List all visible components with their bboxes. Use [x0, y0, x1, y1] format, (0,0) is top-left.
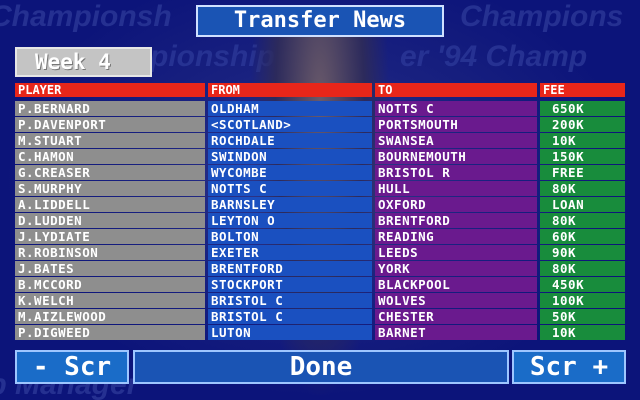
table-row: P.DAVENPORT <SCOTLAND> PORTSMOUTH 200K: [0, 117, 640, 132]
table-row: D.LUDDEN LEYTON O BRENTFORD 80K: [0, 213, 640, 228]
cell-player: S.MURPHY: [15, 181, 205, 196]
cell-to: HULL: [375, 181, 537, 196]
cell-fee: 80K: [540, 213, 625, 228]
cell-to: WOLVES: [375, 293, 537, 308]
table-row: M.STUART ROCHDALE SWANSEA 10K: [0, 133, 640, 148]
done-button[interactable]: Done: [133, 350, 509, 384]
cell-fee: 50K: [540, 309, 625, 324]
table-row: B.MCCORD STOCKPORT BLACKPOOL 450K: [0, 277, 640, 292]
cell-player: D.LUDDEN: [15, 213, 205, 228]
cell-fee: 10K: [540, 325, 625, 340]
cell-to: OXFORD: [375, 197, 537, 212]
cell-from: BRISTOL C: [208, 293, 372, 308]
cell-from: LEYTON O: [208, 213, 372, 228]
cell-player: R.ROBINSON: [15, 245, 205, 260]
cell-fee: 150K: [540, 149, 625, 164]
cell-from: OLDHAM: [208, 101, 372, 116]
cell-fee: 10K: [540, 133, 625, 148]
cell-fee: 450K: [540, 277, 625, 292]
table-row: P.DIGWEED LUTON BARNET 10K: [0, 325, 640, 340]
cell-fee: 650K: [540, 101, 625, 116]
cell-to: BLACKPOOL: [375, 277, 537, 292]
table-row: C.HAMON SWINDON BOURNEMOUTH 150K: [0, 149, 640, 164]
cell-player: G.CREASER: [15, 165, 205, 180]
cell-player: B.MCCORD: [15, 277, 205, 292]
cell-player: J.LYDIATE: [15, 229, 205, 244]
column-header-fee: FEE: [540, 83, 625, 97]
cell-to: YORK: [375, 261, 537, 276]
table-row: S.MURPHY NOTTS C HULL 80K: [0, 181, 640, 196]
cell-to: NOTTS C: [375, 101, 537, 116]
cell-player: J.BATES: [15, 261, 205, 276]
cell-from: STOCKPORT: [208, 277, 372, 292]
cell-fee: LOAN: [540, 197, 625, 212]
table-row: P.BERNARD OLDHAM NOTTS C 650K: [0, 101, 640, 116]
column-header-player: PLAYER: [15, 83, 205, 97]
table-row: A.LIDDELL BARNSLEY OXFORD LOAN: [0, 197, 640, 212]
cell-player: K.WELCH: [15, 293, 205, 308]
cell-to: BRENTFORD: [375, 213, 537, 228]
table-row: J.BATES BRENTFORD YORK 80K: [0, 261, 640, 276]
background-text-line: Champions: [460, 0, 624, 33]
cell-from: LUTON: [208, 325, 372, 340]
cell-to: BRISTOL R: [375, 165, 537, 180]
cell-from: BRISTOL C: [208, 309, 372, 324]
screen-title: Transfer News: [196, 5, 444, 37]
cell-fee: FREE: [540, 165, 625, 180]
cell-to: BOURNEMOUTH: [375, 149, 537, 164]
cell-from: WYCOMBE: [208, 165, 372, 180]
cell-from: BRENTFORD: [208, 261, 372, 276]
column-header-from: FROM: [208, 83, 372, 97]
cell-player: M.STUART: [15, 133, 205, 148]
cell-from: NOTTS C: [208, 181, 372, 196]
cell-to: READING: [375, 229, 537, 244]
cell-from: EXETER: [208, 245, 372, 260]
table-row: J.LYDIATE BOLTON READING 60K: [0, 229, 640, 244]
cell-from: SWINDON: [208, 149, 372, 164]
cell-player: C.HAMON: [15, 149, 205, 164]
cell-to: BARNET: [375, 325, 537, 340]
cell-to: PORTSMOUTH: [375, 117, 537, 132]
cell-player: P.BERNARD: [15, 101, 205, 116]
column-header-to: TO: [375, 83, 537, 97]
cell-from: BOLTON: [208, 229, 372, 244]
cell-fee: 60K: [540, 229, 625, 244]
cell-player: P.DIGWEED: [15, 325, 205, 340]
cell-from: BARNSLEY: [208, 197, 372, 212]
table-row: M.AIZLEWOOD BRISTOL C CHESTER 50K: [0, 309, 640, 324]
cell-player: A.LIDDELL: [15, 197, 205, 212]
cell-fee: 90K: [540, 245, 625, 260]
cell-from: <SCOTLAND>: [208, 117, 372, 132]
cell-fee: 200K: [540, 117, 625, 132]
scroll-down-button[interactable]: - Scr: [15, 350, 129, 384]
table-row: R.ROBINSON EXETER LEEDS 90K: [0, 245, 640, 260]
scroll-up-button[interactable]: Scr +: [512, 350, 626, 384]
cell-fee: 100K: [540, 293, 625, 308]
cell-to: LEEDS: [375, 245, 537, 260]
cell-to: CHESTER: [375, 309, 537, 324]
cell-fee: 80K: [540, 261, 625, 276]
table-row: K.WELCH BRISTOL C WOLVES 100K: [0, 293, 640, 308]
cell-to: SWANSEA: [375, 133, 537, 148]
background-text-line: er '94 Champ: [400, 40, 588, 73]
cell-fee: 80K: [540, 181, 625, 196]
week-label: Week 4: [15, 47, 152, 77]
cell-player: P.DAVENPORT: [15, 117, 205, 132]
table-row: G.CREASER WYCOMBE BRISTOL R FREE: [0, 165, 640, 180]
background-text-line: Championsh: [0, 0, 172, 33]
cell-player: M.AIZLEWOOD: [15, 309, 205, 324]
cell-from: ROCHDALE: [208, 133, 372, 148]
